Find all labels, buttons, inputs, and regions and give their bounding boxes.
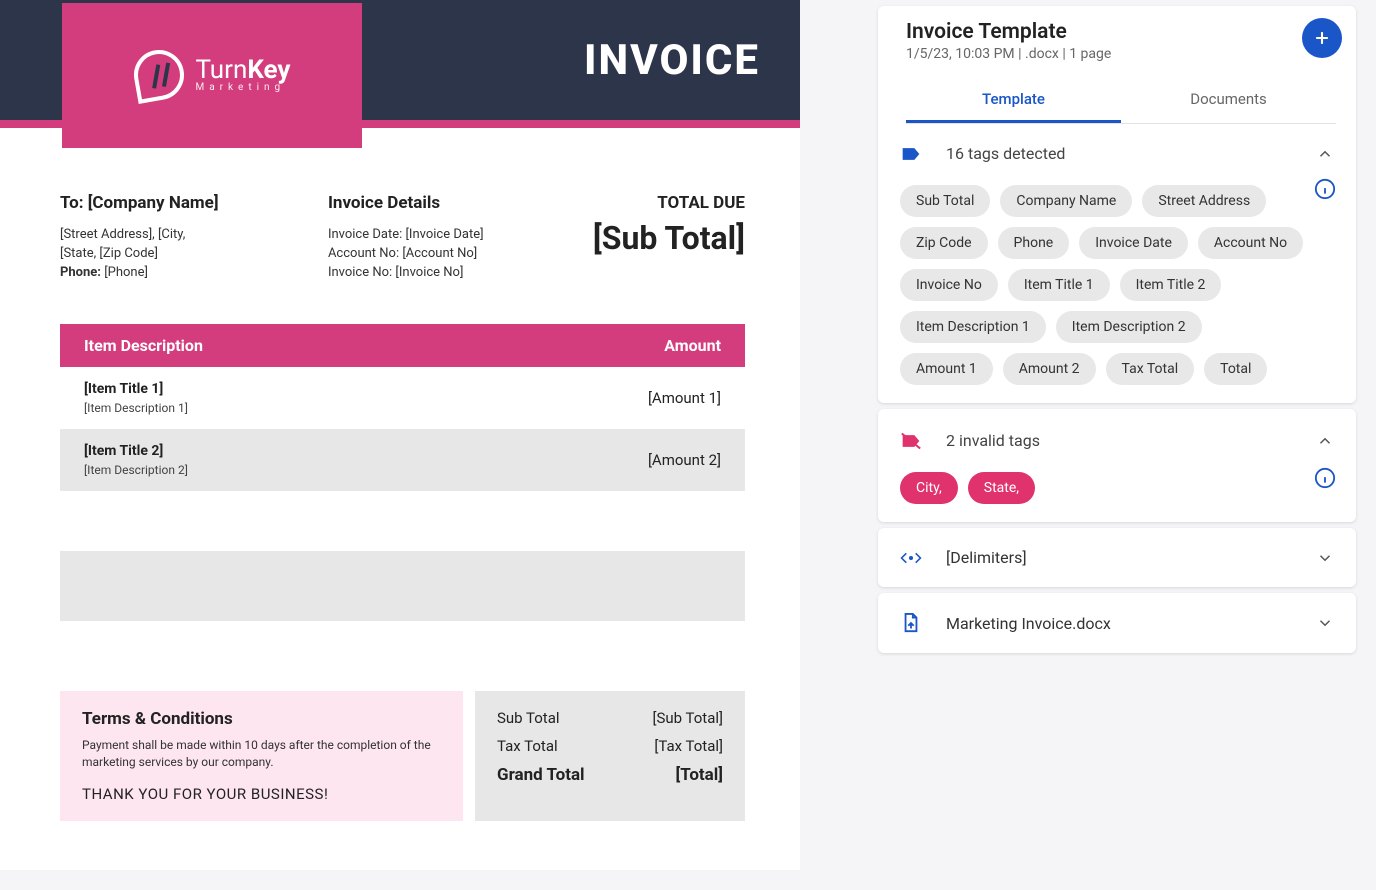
items-header-amount: Amount — [664, 336, 721, 355]
delimiters-toggle[interactable]: [Delimiters] — [900, 544, 1334, 571]
tag-chip[interactable]: Tax Total — [1106, 353, 1195, 385]
tag-chip[interactable]: Item Title 1 — [1008, 269, 1110, 301]
chevron-down-icon — [1316, 614, 1334, 632]
terms-block: Terms & Conditions Payment shall be made… — [60, 691, 463, 821]
document-preview: TurnKey Marketing INVOICE To: [Company N… — [0, 0, 800, 870]
tab-template[interactable]: Template — [906, 78, 1121, 123]
tag-chip[interactable]: Invoice Date — [1079, 227, 1188, 259]
tag-chip[interactable]: Company Name — [1000, 185, 1132, 217]
delimiters-card: [Delimiters] — [878, 528, 1356, 587]
tag-chip[interactable]: Street Address — [1142, 185, 1266, 217]
grandtotal-value: [Total] — [676, 765, 723, 785]
tag-chip[interactable]: Item Description 1 — [900, 311, 1046, 343]
invalid-tag-chip[interactable]: State, — [968, 472, 1035, 504]
tag-chip[interactable]: Amount 1 — [900, 353, 993, 385]
brand-line1b: Key — [247, 55, 290, 85]
tag-chip[interactable]: Total — [1204, 353, 1267, 385]
to-line-3: Phone: [Phone] — [60, 265, 219, 280]
details-column: Invoice Details Invoice Date: [Invoice D… — [328, 193, 484, 284]
item-title: [Item Title 1] — [84, 381, 188, 397]
items-header-desc: Item Description — [84, 336, 203, 355]
item-amount: [Amount 1] — [648, 389, 721, 407]
tag-chip[interactable]: Item Title 2 — [1120, 269, 1222, 301]
item-desc: [Item Description 1] — [84, 401, 188, 415]
chevron-down-icon — [1316, 549, 1334, 567]
grandtotal-label: Grand Total — [497, 765, 585, 785]
taxtotal-label: Tax Total — [497, 737, 558, 755]
delimiters-icon — [900, 550, 922, 566]
item-desc: [Item Description 2] — [84, 463, 188, 477]
info-icon — [1314, 178, 1336, 200]
invalid-tags-card: 2 invalid tags City, State, — [878, 409, 1356, 522]
file-toggle[interactable]: Marketing Invoice.docx — [900, 609, 1334, 637]
details-heading: Invoice Details — [328, 193, 484, 213]
panel-tabs: Template Documents — [906, 78, 1336, 124]
tab-documents[interactable]: Documents — [1121, 78, 1336, 123]
subtotal-value: [Sub Total] — [653, 709, 723, 727]
tag-chip[interactable]: Zip Code — [900, 227, 988, 259]
detected-tags-section: 16 tags detected Sub Total Company Name St… — [878, 124, 1356, 403]
terms-body: Payment shall be made within 10 days aft… — [82, 737, 441, 771]
details-line-1: Invoice Date: [Invoice Date] — [328, 227, 484, 242]
details-line-3: Invoice No: [Invoice No] — [328, 265, 484, 280]
panel-meta: 1/5/23, 10:03 PM | .docx | 1 page — [906, 46, 1336, 62]
tag-chip[interactable]: Phone — [998, 227, 1070, 259]
item-row: [Item Title 1] [Item Description 1] [Amo… — [60, 367, 745, 429]
brand-line1a: Turn — [196, 55, 248, 85]
to-column: To: [Company Name] [Street Address], [Ci… — [60, 193, 219, 284]
taxtotal-value: [Tax Total] — [654, 737, 723, 755]
plus-icon — [1312, 28, 1332, 48]
brand-text: TurnKey Marketing — [196, 57, 291, 93]
chevron-up-icon — [1316, 145, 1334, 163]
file-upload-icon — [900, 613, 922, 633]
subtotal-label: Sub Total — [497, 709, 560, 727]
details-line-2: Account No: [Account No] — [328, 246, 484, 261]
totals-block: Sub Total [Sub Total] Tax Total [Tax Total… — [475, 691, 745, 821]
to-line-2: [State, [Zip Code] — [60, 246, 219, 261]
tag-icon — [900, 146, 922, 162]
tag-chip[interactable]: Amount 2 — [1003, 353, 1096, 385]
invalid-tag-chip[interactable]: City, — [900, 472, 958, 504]
total-due-value: [Sub Total] — [593, 219, 745, 257]
invalid-tags-toggle[interactable]: 2 invalid tags — [900, 427, 1334, 454]
total-due-column: TOTAL DUE [Sub Total] — [593, 193, 745, 284]
terms-thanks: THANK YOU FOR YOUR BUSINESS! — [82, 785, 441, 803]
add-button[interactable] — [1302, 18, 1342, 58]
file-card: Marketing Invoice.docx — [878, 593, 1356, 653]
brand-block: TurnKey Marketing — [62, 3, 362, 148]
panel-title: Invoice Template — [906, 20, 1336, 44]
invoice-title: INVOICE — [584, 36, 760, 85]
file-label: Marketing Invoice.docx — [946, 614, 1292, 633]
info-button[interactable] — [1314, 178, 1336, 204]
tag-chip[interactable]: Invoice No — [900, 269, 998, 301]
to-line-1: [Street Address], [City, — [60, 227, 219, 242]
to-heading: To: [Company Name] — [60, 193, 219, 213]
items-header-row: Item Description Amount — [60, 324, 745, 367]
tag-chip[interactable]: Account No — [1198, 227, 1303, 259]
item-row: [Item Title 2] [Item Description 2] [Amo… — [60, 429, 745, 491]
detected-summary: 16 tags detected — [946, 144, 1292, 163]
invalid-summary: 2 invalid tags — [946, 431, 1292, 450]
brand-line2: Marketing — [196, 83, 291, 93]
spacer-block — [60, 551, 745, 621]
brand-logo-icon — [130, 46, 188, 104]
terms-heading: Terms & Conditions — [82, 709, 441, 729]
tag-chip[interactable]: Item Description 2 — [1056, 311, 1202, 343]
side-panel: Invoice Template 1/5/23, 10:03 PM | .doc… — [878, 6, 1356, 890]
doc-header: TurnKey Marketing INVOICE — [0, 0, 800, 120]
item-title: [Item Title 2] — [84, 443, 188, 459]
delimiters-label: [Delimiters] — [946, 548, 1292, 567]
chevron-up-icon — [1316, 432, 1334, 450]
panel-header-card: Invoice Template 1/5/23, 10:03 PM | .doc… — [878, 6, 1356, 403]
info-icon — [1314, 467, 1336, 489]
detected-tags-toggle[interactable]: 16 tags detected — [900, 140, 1334, 167]
total-due-label: TOTAL DUE — [593, 193, 745, 213]
tag-invalid-icon — [900, 432, 922, 450]
item-amount: [Amount 2] — [648, 451, 721, 469]
info-button[interactable] — [1314, 467, 1336, 493]
tag-chip[interactable]: Sub Total — [900, 185, 990, 217]
